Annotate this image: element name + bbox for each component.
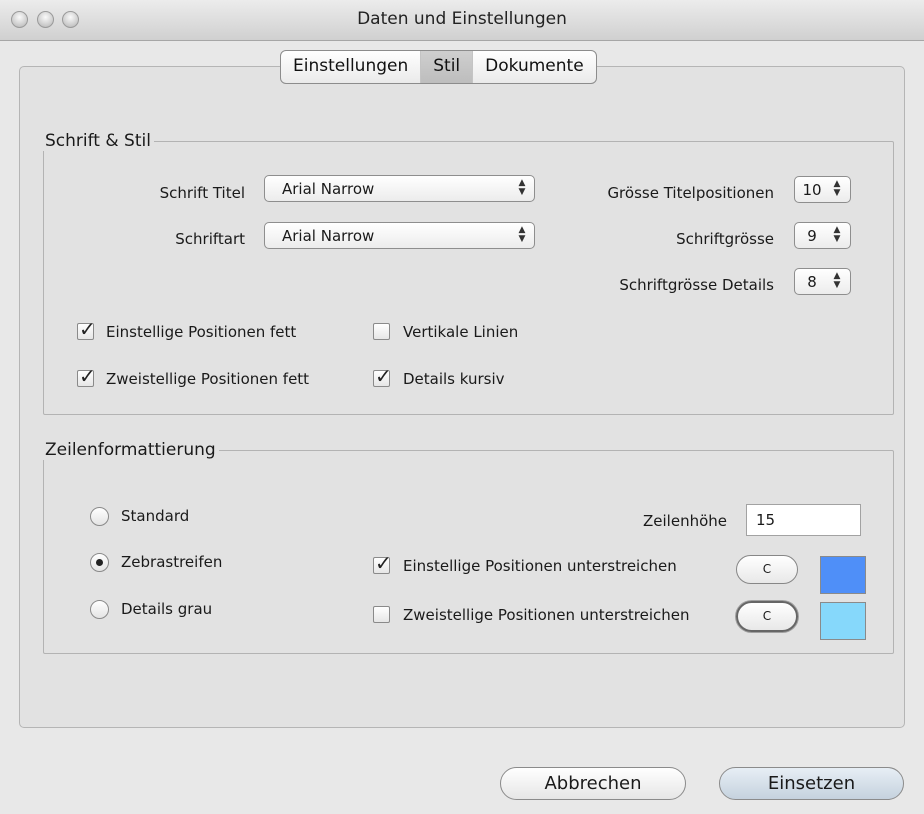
title-font-label: Schrift Titel	[159, 184, 245, 202]
title-position-size-value: 10	[802, 181, 822, 199]
vertical-lines-checkbox[interactable]	[373, 323, 390, 340]
font-size-spinner[interactable]: 9 ▲ ▼	[794, 222, 851, 249]
vertical-lines-label: Vertikale Linien	[403, 323, 519, 341]
spinner-arrows-icon[interactable]: ▲ ▼	[830, 180, 844, 199]
window-titlebar: Daten und Einstellungen	[0, 0, 924, 41]
font-style-legend: Schrift & Stil	[45, 131, 151, 151]
two-digit-bold-checkbox[interactable]: ✓	[77, 365, 96, 387]
title-font-select[interactable]: Arial Narrow ▲ ▼	[264, 175, 535, 202]
underline-two-checkbox[interactable]	[373, 606, 390, 623]
font-size-value: 9	[807, 227, 817, 245]
tab-dokumente[interactable]: Dokumente	[473, 51, 596, 83]
font-size-label: Schriftgrösse	[676, 230, 774, 248]
standard-label: Standard	[121, 507, 190, 525]
row-format-legend: Zeilenformattierung	[45, 440, 216, 460]
radio-selected-dot	[96, 559, 103, 566]
underline-single-label: Einstellige Positionen unterstreichen	[403, 557, 677, 575]
checkmark-icon: ✓	[79, 317, 96, 341]
row-height-input[interactable]: 15	[746, 504, 861, 536]
checkmark-icon: ✓	[79, 364, 96, 388]
underline-single-color-swatch	[820, 556, 866, 594]
detail-font-size-spinner[interactable]: 8 ▲ ▼	[794, 268, 851, 295]
details-grey-label: Details grau	[121, 600, 213, 618]
updown-arrows-icon: ▲ ▼	[518, 178, 526, 197]
font-type-value: Arial Narrow	[282, 227, 375, 245]
underline-single-color-button[interactable]: C	[736, 555, 798, 584]
single-digit-bold-checkbox[interactable]: ✓	[77, 318, 96, 340]
window-title: Daten und Einstellungen	[357, 9, 567, 29]
spinner-arrows-icon[interactable]: ▲ ▼	[830, 272, 844, 291]
updown-arrows-icon: ▲ ▼	[518, 225, 526, 244]
tab-stil[interactable]: Stil	[421, 51, 474, 83]
detail-font-size-label: Schriftgrösse Details	[619, 276, 774, 294]
font-type-label: Schriftart	[175, 230, 245, 248]
tab-bar: Einstellungen Stil Dokumente	[280, 50, 597, 84]
single-digit-bold-label: Einstellige Positionen fett	[106, 323, 297, 341]
checkmark-icon: ✓	[375, 551, 392, 575]
underline-two-color-swatch	[820, 602, 866, 640]
underline-single-checkbox[interactable]: ✓	[373, 552, 392, 574]
row-height-value: 15	[756, 511, 776, 529]
details-italic-label: Details kursiv	[403, 370, 505, 388]
tab-einstellungen[interactable]: Einstellungen	[281, 51, 422, 83]
two-digit-bold-label: Zweistellige Positionen fett	[106, 370, 310, 388]
underline-two-label: Zweistellige Positionen unterstreichen	[403, 606, 690, 624]
underline-two-color-button[interactable]: C	[736, 601, 798, 632]
cancel-button[interactable]: Abbrechen	[500, 767, 686, 800]
spinner-arrows-icon[interactable]: ▲ ▼	[830, 226, 844, 245]
details-italic-checkbox[interactable]: ✓	[373, 365, 392, 387]
checkmark-icon: ✓	[375, 364, 392, 388]
title-position-size-label: Grösse Titelpositionen	[607, 184, 774, 202]
standard-radio[interactable]	[90, 507, 109, 526]
zebra-label: Zebrastreifen	[121, 553, 223, 571]
details-grey-radio[interactable]	[90, 600, 109, 619]
font-type-select[interactable]: Arial Narrow ▲ ▼	[264, 222, 535, 249]
apply-button[interactable]: Einsetzen	[719, 767, 904, 800]
detail-font-size-value: 8	[807, 273, 817, 291]
zebra-radio[interactable]	[90, 553, 109, 572]
title-position-size-spinner[interactable]: 10 ▲ ▼	[794, 176, 851, 203]
title-font-value: Arial Narrow	[282, 180, 375, 198]
row-height-label: Zeilenhöhe	[643, 512, 727, 530]
